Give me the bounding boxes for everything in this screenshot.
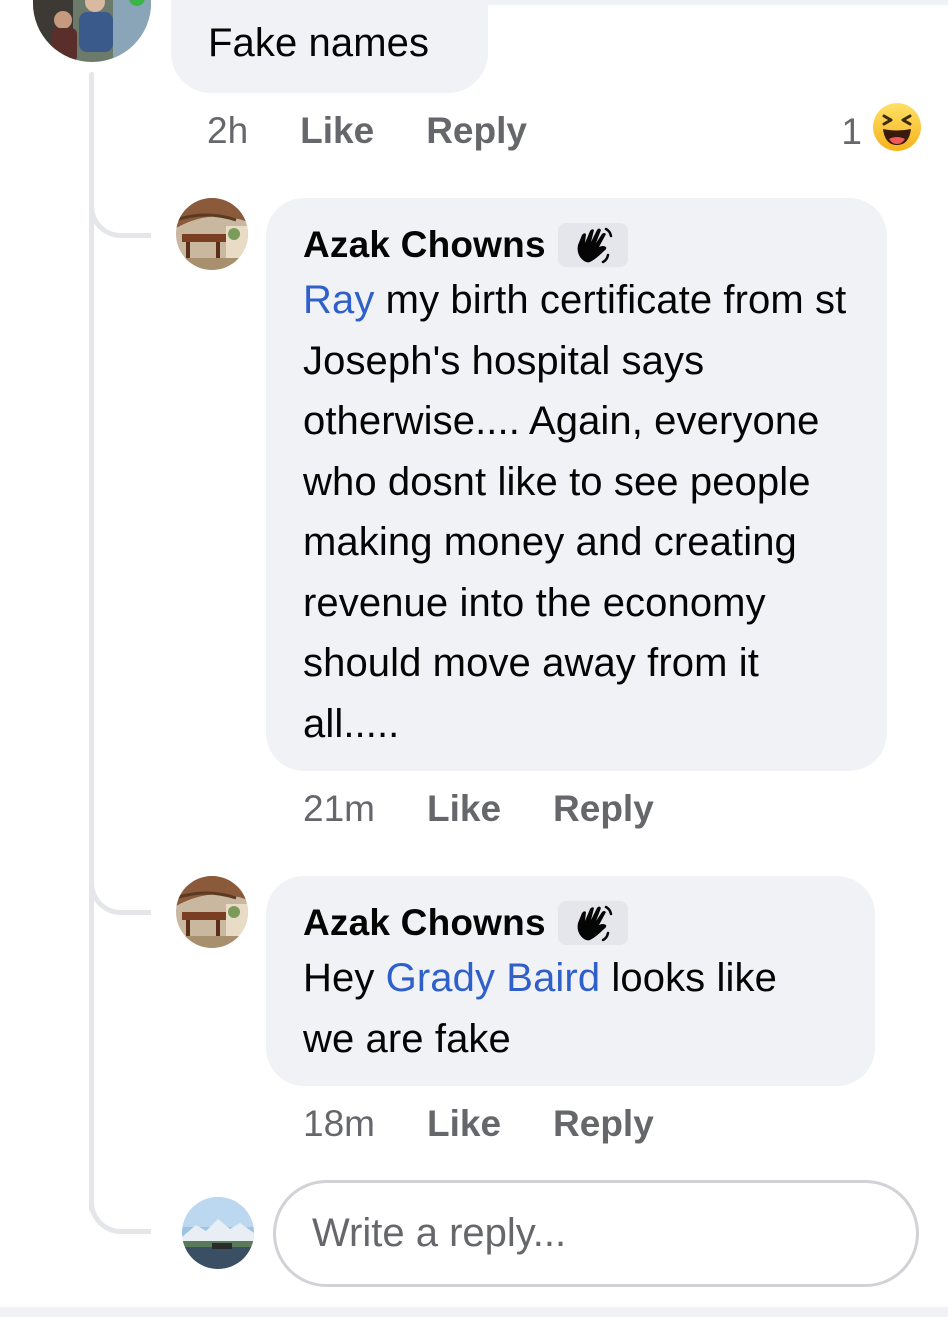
thread-line	[89, 72, 94, 1212]
comment-body: Hey	[303, 956, 386, 1000]
comment-bubble: Fake names	[171, 0, 488, 93]
avatar[interactable]	[33, 0, 151, 62]
top-divider	[488, 0, 948, 5]
reaction-count: 1	[841, 110, 862, 152]
current-user-avatar[interactable]	[182, 1197, 254, 1269]
reaction-summary[interactable]: 1	[841, 102, 922, 161]
reply-button[interactable]: Reply	[553, 788, 654, 830]
bottom-divider	[0, 1307, 948, 1317]
thread-branch	[89, 873, 151, 915]
comment-bubble: Azak Chowns Hey Grady Baird looks like w…	[266, 876, 875, 1086]
thread-branch	[89, 1192, 151, 1234]
mention-link[interactable]: Ray	[303, 278, 374, 322]
like-button[interactable]: Like	[300, 110, 374, 152]
reply-button[interactable]: Reply	[553, 1103, 654, 1145]
comment-text: Hey Grady Baird looks like we are fake	[303, 948, 839, 1069]
comment-actions: 21m Like Reply	[303, 784, 706, 834]
comment-text: Ray my birth certificate from st Joseph'…	[303, 270, 851, 754]
comment-header: Azak Chowns	[303, 220, 851, 270]
laughing-emoji-icon	[872, 102, 922, 161]
comment-text: Fake names	[208, 21, 430, 65]
mention-link[interactable]: Grady Baird	[386, 956, 601, 1000]
timestamp[interactable]: 2h	[207, 110, 248, 152]
waving-hand-icon[interactable]	[557, 901, 628, 945]
like-button[interactable]: Like	[427, 788, 501, 830]
comment-actions: 2h Like Reply	[207, 106, 579, 156]
comment-bubble: Azak Chowns Ray my birth certificate fro…	[266, 198, 887, 771]
comment-body: my birth certificate from st Joseph's ho…	[303, 278, 847, 746]
thread-branch	[89, 196, 151, 238]
comment-thread: Fake names 2h Like Reply 1 Azak Chowns R…	[0, 0, 948, 1317]
comment-actions: 18m Like Reply	[303, 1099, 706, 1149]
timestamp[interactable]: 18m	[303, 1103, 375, 1145]
author-name[interactable]: Azak Chowns	[303, 224, 546, 266]
timestamp[interactable]: 21m	[303, 788, 375, 830]
comment-header: Azak Chowns	[303, 898, 839, 948]
avatar[interactable]	[176, 876, 248, 948]
waving-hand-icon[interactable]	[557, 223, 628, 267]
avatar[interactable]	[176, 198, 248, 270]
reply-button[interactable]: Reply	[426, 110, 527, 152]
like-button[interactable]: Like	[427, 1103, 501, 1145]
reply-input[interactable]	[273, 1180, 919, 1287]
author-name[interactable]: Azak Chowns	[303, 902, 546, 944]
